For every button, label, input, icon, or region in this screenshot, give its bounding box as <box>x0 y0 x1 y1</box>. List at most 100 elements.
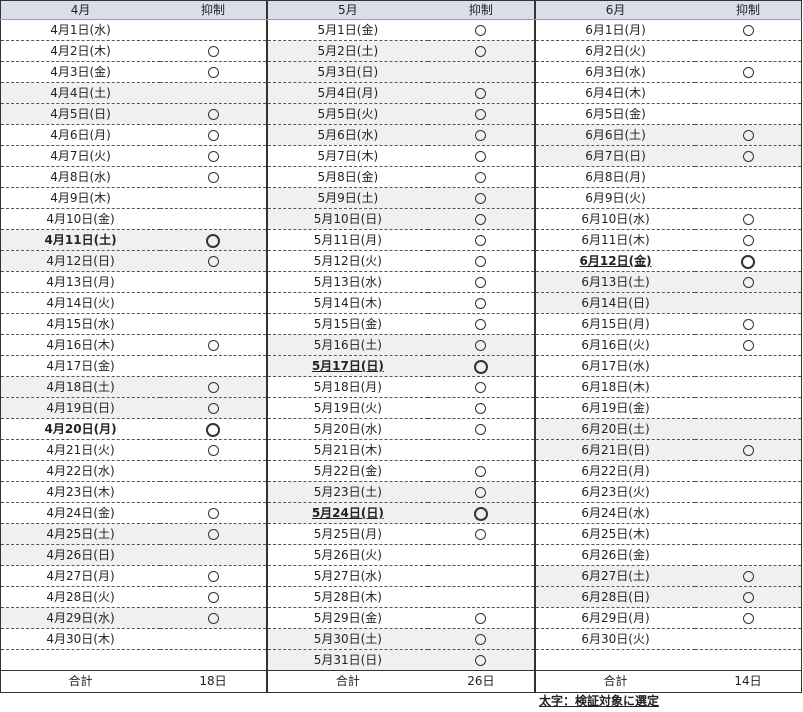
circle-mark-icon <box>475 235 487 246</box>
suppression-cell <box>695 292 802 314</box>
circle-mark-icon <box>207 67 219 78</box>
suppression-cell <box>427 103 535 125</box>
date-cell: 4月17日(金) <box>0 355 161 377</box>
table-row: 6月8日(月) <box>535 166 802 188</box>
date-cell: 4月11日(土) <box>0 229 161 251</box>
table-row: 4月30日(木) <box>0 628 267 650</box>
suppression-cell <box>160 502 267 524</box>
date-cell: 4月2日(木) <box>0 40 161 62</box>
date-cell: 4月14日(火) <box>0 292 161 314</box>
table-row: 4月3日(金) <box>0 61 267 83</box>
date-cell: 4月5日(日) <box>0 103 161 125</box>
total-value: 26日 <box>427 670 535 693</box>
table-row: 5月29日(金) <box>267 607 535 629</box>
circle-mark-icon <box>475 172 487 183</box>
suppression-cell <box>427 544 535 566</box>
suppression-cell <box>160 271 267 293</box>
suppression-cell <box>695 40 802 62</box>
table-row: 4月25日(土) <box>0 523 267 545</box>
table-row: 5月20日(水) <box>267 418 535 440</box>
table-row: 4月24日(金) <box>0 502 267 524</box>
circle-mark-icon <box>742 151 754 162</box>
circle-mark-icon <box>207 613 219 624</box>
table-row: 5月19日(火) <box>267 397 535 419</box>
date-cell: 5月28日(木) <box>267 586 428 608</box>
circle-mark-icon <box>475 298 487 309</box>
table-row: 5月24日(日) <box>267 502 535 524</box>
suppression-cell <box>160 334 267 356</box>
date-cell: 5月20日(水) <box>267 418 428 440</box>
suppression-cell <box>695 439 802 461</box>
table-row: 6月6日(土) <box>535 124 802 146</box>
table-row: 4月21日(火) <box>0 439 267 461</box>
date-cell: 5月15日(金) <box>267 313 428 335</box>
suppression-cell <box>695 313 802 335</box>
date-cell: 4月4日(土) <box>0 82 161 104</box>
date-cell: 4月20日(月) <box>0 418 161 440</box>
table-row: 4月12日(日) <box>0 250 267 272</box>
table-row: 6月13日(土) <box>535 271 802 293</box>
circle-mark-icon <box>742 592 754 603</box>
table-row: 5月14日(木) <box>267 292 535 314</box>
date-cell: 5月27日(水) <box>267 565 428 587</box>
table-row: 6月3日(水) <box>535 61 802 83</box>
suppression-cell <box>160 523 267 545</box>
date-cell: 5月19日(火) <box>267 397 428 419</box>
circle-mark-icon <box>475 340 487 351</box>
date-cell: 4月26日(日) <box>0 544 161 566</box>
date-cell: 5月17日(日) <box>267 355 428 377</box>
date-cell: 6月23日(火) <box>535 481 696 503</box>
suppression-cell <box>160 565 267 587</box>
circle-mark-icon <box>207 403 219 414</box>
table-row: 4月22日(水) <box>0 460 267 482</box>
month-table-apr: 4月 抑制 4月1日(水) 4月2日(木) 4月3日(金) 4月4日(土) 4月5日(日) 4… <box>0 0 267 693</box>
suppression-cell <box>160 544 267 566</box>
month-table-jun: 6月 抑制 6月1日(月) 6月2日(火) 6月3日(水) 6月4日(木) 6月5日(金) 6… <box>535 0 802 693</box>
date-cell: 4月27日(月) <box>0 565 161 587</box>
table-row: 5月27日(水) <box>267 565 535 587</box>
table-row: 6月28日(日) <box>535 586 802 608</box>
table-row: 6月10日(水) <box>535 208 802 230</box>
suppression-cell <box>695 334 802 356</box>
date-cell: 5月31日(日) <box>267 649 428 671</box>
circle-mark-icon <box>475 256 487 267</box>
table-row: 4月16日(木) <box>0 334 267 356</box>
suppression-cell <box>695 355 802 377</box>
table-row: 5月15日(金) <box>267 313 535 335</box>
circle-mark-icon <box>742 340 754 351</box>
suppression-cell <box>427 376 535 398</box>
circle-mark-icon <box>742 25 754 36</box>
suppression-cell <box>427 418 535 440</box>
date-cell: 4月18日(土) <box>0 376 161 398</box>
circle-mark-icon <box>475 151 487 162</box>
table-row: 5月28日(木) <box>267 586 535 608</box>
table-row: 6月12日(金) <box>535 250 802 272</box>
date-cell: 4月29日(水) <box>0 607 161 629</box>
empty-cell <box>160 650 266 671</box>
circle-mark-icon <box>206 233 221 248</box>
suppression-cell <box>695 187 802 209</box>
suppression-cell <box>695 166 802 188</box>
suppression-cell <box>427 82 535 104</box>
suppression-cell <box>160 481 267 503</box>
suppression-cell <box>695 523 802 545</box>
date-cell: 6月14日(日) <box>535 292 696 314</box>
date-cell: 4月7日(火) <box>0 145 161 167</box>
date-cell: 5月6日(水) <box>267 124 428 146</box>
date-cell: 5月21日(木) <box>267 439 428 461</box>
table-row: 5月23日(土) <box>267 481 535 503</box>
circle-mark-icon <box>475 655 487 666</box>
table-row: 5月10日(日) <box>267 208 535 230</box>
table-row: 6月7日(日) <box>535 145 802 167</box>
total-row: 合計 26日 <box>267 670 535 693</box>
table-row: 4月23日(木) <box>0 481 267 503</box>
date-cell: 6月5日(金) <box>535 103 696 125</box>
date-cell: 6月1日(月) <box>535 19 696 41</box>
date-cell: 4月23日(木) <box>0 481 161 503</box>
suppression-cell <box>427 628 535 650</box>
date-cell: 4月6日(月) <box>0 124 161 146</box>
table-row: 5月22日(金) <box>267 460 535 482</box>
date-cell: 6月4日(木) <box>535 82 696 104</box>
circle-mark-icon <box>475 613 487 624</box>
table-row: 5月12日(火) <box>267 250 535 272</box>
